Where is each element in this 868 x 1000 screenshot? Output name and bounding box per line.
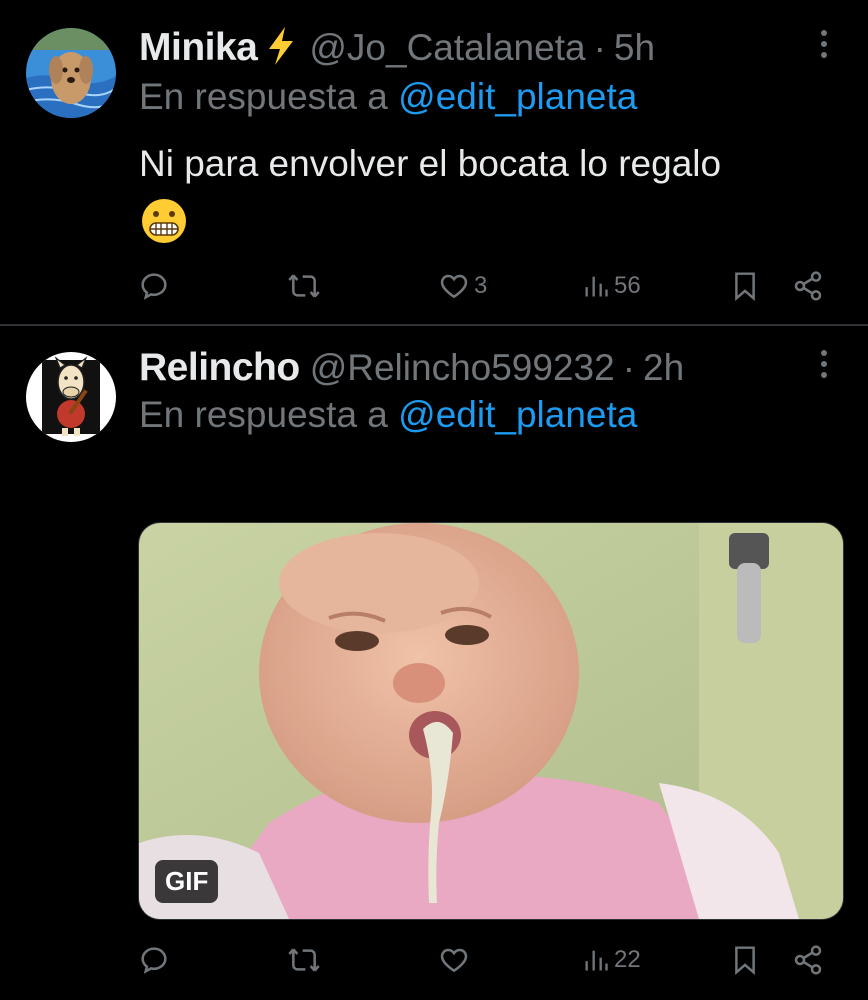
share-button[interactable] bbox=[792, 266, 824, 306]
like-button[interactable]: 3 bbox=[438, 266, 487, 306]
baby-gif-image bbox=[139, 523, 843, 919]
tweet-minika[interactable]: Minika @Jo_Catalaneta · 5h En respuesta … bbox=[0, 0, 868, 324]
tweet-header: Relincho @Relincho599232 · 2h bbox=[139, 342, 684, 394]
reply-context: En respuesta a @edit_planeta bbox=[139, 394, 637, 436]
gif-badge: GIF bbox=[155, 860, 219, 903]
share-icon bbox=[794, 945, 822, 975]
reply-mention-link[interactable]: @edit_planeta bbox=[398, 76, 637, 117]
tweet-header: Minika @Jo_Catalaneta · 5h bbox=[139, 22, 655, 74]
tweet-actions: 22 bbox=[0, 940, 868, 980]
views-button[interactable]: 22 bbox=[582, 940, 641, 980]
retweet-button[interactable] bbox=[286, 940, 322, 980]
user-handle[interactable]: @Jo_Catalaneta bbox=[309, 27, 585, 69]
bookmark-icon bbox=[735, 272, 755, 301]
reply-prefix: En respuesta a bbox=[139, 394, 388, 435]
bookmark-button[interactable] bbox=[730, 940, 760, 980]
avatar[interactable] bbox=[26, 352, 116, 442]
avatar[interactable] bbox=[26, 28, 116, 118]
reply-context: En respuesta a @edit_planeta bbox=[139, 76, 637, 118]
dog-in-pool-avatar-icon bbox=[26, 28, 116, 118]
tweet-relincho[interactable]: Relincho @Relincho599232 · 2h En respues… bbox=[0, 326, 868, 1000]
share-icon bbox=[794, 271, 822, 301]
reply-button[interactable] bbox=[138, 940, 170, 980]
analytics-icon bbox=[585, 950, 608, 971]
user-handle[interactable]: @Relincho599232 bbox=[310, 347, 615, 389]
more-options-button[interactable] bbox=[814, 30, 834, 64]
more-options-button[interactable] bbox=[814, 350, 834, 384]
heart-icon bbox=[440, 948, 468, 973]
tweet-actions: 3 56 bbox=[0, 266, 868, 306]
timestamp[interactable]: 5h bbox=[614, 27, 655, 69]
heart-icon bbox=[440, 274, 468, 299]
separator-dot: · bbox=[622, 347, 636, 388]
grimacing-face-icon bbox=[141, 198, 187, 244]
reply-icon bbox=[141, 273, 167, 300]
reply-icon bbox=[141, 947, 167, 974]
view-count: 22 bbox=[614, 946, 641, 973]
bookmark-icon bbox=[735, 946, 755, 975]
timestamp[interactable]: 2h bbox=[643, 347, 684, 389]
like-count: 3 bbox=[474, 272, 488, 299]
view-count: 56 bbox=[614, 272, 641, 299]
reply-mention-link[interactable]: @edit_planeta bbox=[398, 394, 637, 435]
display-name[interactable]: Relincho bbox=[139, 346, 300, 390]
reply-prefix: En respuesta a bbox=[139, 76, 388, 117]
lightning-bolt-icon bbox=[267, 26, 295, 71]
like-button[interactable] bbox=[438, 940, 470, 980]
separator-dot: · bbox=[593, 27, 606, 68]
horse-guitar-avatar-icon bbox=[26, 352, 116, 442]
analytics-icon bbox=[585, 276, 608, 297]
gif-media[interactable]: GIF bbox=[138, 522, 844, 920]
views-button[interactable]: 56 bbox=[582, 266, 641, 306]
tweet-text: Ni para envolver el bocata lo regalo bbox=[139, 143, 722, 184]
retweet-icon bbox=[288, 948, 320, 972]
display-name[interactable]: Minika bbox=[139, 26, 258, 70]
reply-button[interactable] bbox=[138, 266, 170, 306]
bookmark-button[interactable] bbox=[730, 266, 760, 306]
share-button[interactable] bbox=[792, 940, 824, 980]
retweet-button[interactable] bbox=[286, 266, 322, 306]
retweet-icon bbox=[288, 274, 320, 298]
